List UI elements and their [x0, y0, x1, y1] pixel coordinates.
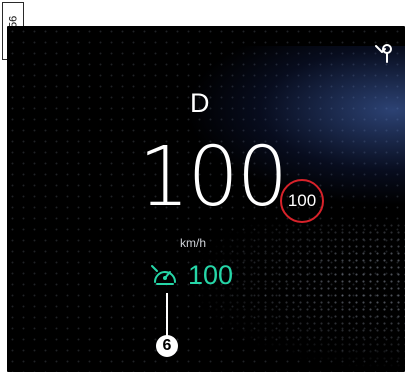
callout-line	[166, 293, 168, 336]
callout-number: 6	[162, 337, 172, 354]
speed-unit: km/h	[180, 236, 207, 250]
cluster-display: D 100 km/h 100 100 6	[7, 26, 405, 372]
callout-marker: 6	[156, 335, 178, 357]
speed-limit-sign: 100	[280, 179, 324, 223]
speed-limiter: 100	[150, 262, 233, 289]
speed-readout: 100	[138, 130, 288, 225]
gear-indicator: D	[190, 88, 210, 118]
background-pattern	[185, 222, 405, 372]
speed-limiter-icon	[151, 264, 176, 285]
limiter-value: 100	[188, 260, 234, 290]
wrench-icon	[375, 44, 392, 63]
speed-limit-value: 100	[287, 191, 317, 210]
